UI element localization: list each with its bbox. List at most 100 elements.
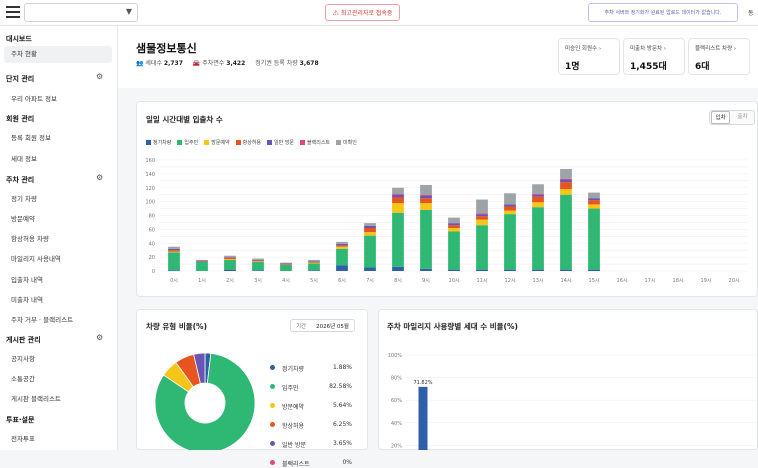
bar-segment	[280, 263, 292, 264]
x-tick-label: 0시	[170, 278, 178, 284]
bar-segment	[588, 193, 600, 199]
bar-segment	[392, 188, 404, 194]
period-selector[interactable]: 기간 2026년 05월	[290, 319, 355, 332]
bar-segment	[448, 270, 460, 271]
sidebar-item-household-info[interactable]: 세대 정보	[11, 153, 37, 163]
bar-segment	[588, 270, 600, 271]
toggle-exit[interactable]: 출차	[733, 111, 752, 124]
y-tick-label: 80%	[391, 376, 402, 382]
legend-item[interactable]: 항상허용	[236, 139, 261, 146]
parking-spaces-stat: 🚘 주차면수 3,422	[193, 58, 245, 67]
x-tick-label: 11시	[477, 278, 488, 284]
mileage-title: 주차 마일리지 사용량별 세대 수 비율(%)	[387, 321, 518, 332]
gear-icon[interactable]: ⚙	[96, 333, 103, 342]
hamburger-menu-icon[interactable]	[6, 6, 20, 18]
bar-segment	[504, 204, 516, 206]
bar-segment	[280, 263, 292, 264]
sidebar-item-entry-exit-history[interactable]: 입출차 내역	[11, 274, 43, 284]
legend-swatch	[300, 140, 305, 145]
legend-label: 정기차량	[282, 364, 304, 373]
bar-segment	[560, 195, 572, 270]
sidebar-item-regular-vehicles[interactable]: 정기 차량	[11, 193, 37, 203]
kpi-not-exited-visitors[interactable]: 미출차 방문차 › 1,455대	[623, 38, 685, 75]
sidebar-item-notices[interactable]: 공지사항	[11, 353, 35, 363]
warning-icon: ⚠	[333, 9, 339, 17]
legend-item[interactable]: 미확인	[336, 139, 357, 146]
bar-segment	[476, 270, 488, 271]
sidebar-item-visit-reservation[interactable]: 방문예약	[11, 213, 35, 223]
x-tick-label: 20시	[729, 278, 740, 284]
legend-label: 방문예약	[282, 402, 304, 411]
bar-segment	[336, 244, 348, 245]
legend-label: 정기차량	[153, 140, 171, 146]
legend-dot	[270, 460, 275, 465]
bar-segment	[280, 264, 292, 265]
legend-label: 블랙리스트	[307, 140, 330, 146]
kpi-blacklist-vehicles[interactable]: 블랙리스트 차량 › 6대	[688, 38, 750, 75]
bar-segment	[364, 223, 376, 226]
bar-segment	[336, 247, 348, 249]
bar-segment	[532, 270, 544, 271]
legend-item[interactable]: 정기차량	[146, 139, 171, 146]
x-tick-label: 10시	[449, 278, 460, 284]
bar-segment	[504, 214, 516, 269]
bar-segment	[336, 242, 348, 244]
x-tick-label: 7시	[366, 278, 374, 284]
x-tick-label: 2시	[226, 278, 234, 284]
legend-item[interactable]: 블랙리스트	[300, 139, 330, 146]
legend-dot	[270, 403, 275, 408]
mileage-chart: 0%20%40%60%80%100%71.82%9.88%4.86%3.77%2…	[378, 340, 758, 450]
admin-mode-button[interactable]: ⚠ 최고관리자로 접속중	[325, 4, 400, 21]
sidebar-group-members[interactable]: 회원 관리	[6, 114, 34, 124]
bar-segment	[364, 226, 376, 228]
x-tick-label: 14시	[561, 278, 572, 284]
bar-segment	[392, 197, 404, 203]
gear-icon[interactable]: ⚙	[96, 173, 103, 182]
sidebar-item-blacklist[interactable]: 주차 거부 · 블랙리스트	[11, 314, 73, 324]
sidebar-item-mileage-history[interactable]: 마일리지 사용내역	[11, 253, 61, 263]
legend-item[interactable]: 입주민	[177, 139, 198, 146]
corner-text[interactable]: 동	[748, 8, 754, 17]
bar-segment	[504, 206, 516, 210]
bar-segment	[420, 203, 432, 210]
sidebar-item-not-exited[interactable]: 미출차 내역	[11, 294, 43, 304]
sidebar-group-parking[interactable]: 주차 관리	[6, 175, 34, 185]
bar-segment	[252, 261, 264, 262]
legend-dot	[270, 365, 275, 370]
legend-swatch	[146, 140, 151, 145]
sidebar-group-vote[interactable]: 투표·설문	[6, 415, 34, 425]
sidebar-item-e-vote[interactable]: 전자투표	[11, 433, 35, 443]
bar-segment	[224, 259, 236, 260]
bar-segment	[448, 225, 460, 228]
sidebar-item-registered-members[interactable]: 등록 회원 정보	[11, 132, 51, 142]
legend-value: 3.65%	[333, 440, 352, 447]
kpi-unapproved-members[interactable]: 미승인 회원수 › 1명	[558, 38, 620, 75]
legend-item[interactable]: 방문예약	[204, 139, 229, 146]
bar-segment	[336, 245, 348, 246]
bar-segment	[224, 260, 236, 270]
bar-segment	[560, 169, 572, 179]
sidebar-item-apartment-info[interactable]: 우리 아파트 정보	[11, 93, 57, 103]
legend-item[interactable]: 일반 방문	[267, 139, 294, 146]
y-tick-label: 100%	[388, 353, 403, 359]
sidebar-group-dashboard: 대시보드	[6, 34, 32, 44]
legend-label: 일반 방문	[274, 140, 294, 146]
bar-segment	[560, 179, 572, 182]
sidebar-item-parking-status[interactable]: 주차 현황	[4, 46, 112, 63]
sidebar-item-community[interactable]: 소통공간	[11, 373, 35, 383]
sidebar-group-complex[interactable]: 단지 관리	[6, 74, 34, 84]
toggle-entry[interactable]: 입차	[711, 111, 730, 124]
in-out-toggle[interactable]: 입차 출차	[709, 110, 755, 125]
legend-value: 5.64%	[333, 402, 352, 409]
people-icon: 👥	[136, 60, 143, 67]
y-tick-label: 120	[145, 186, 155, 192]
sidebar-item-board-blacklist[interactable]: 게시판 블랙리스트	[11, 393, 61, 403]
gear-icon[interactable]: ⚙	[96, 72, 103, 81]
site-select[interactable]: ▼	[24, 3, 138, 22]
x-tick-label: 4시	[282, 278, 290, 284]
bar-segment	[168, 270, 180, 271]
kpi-label: 미승인 회원수 ›	[565, 44, 601, 52]
sidebar-group-board[interactable]: 게시판 관리	[6, 335, 41, 345]
sidebar-item-always-allowed[interactable]: 항상허용 차량	[11, 233, 49, 243]
kpi-label: 블랙리스트 차량 ›	[695, 44, 736, 52]
